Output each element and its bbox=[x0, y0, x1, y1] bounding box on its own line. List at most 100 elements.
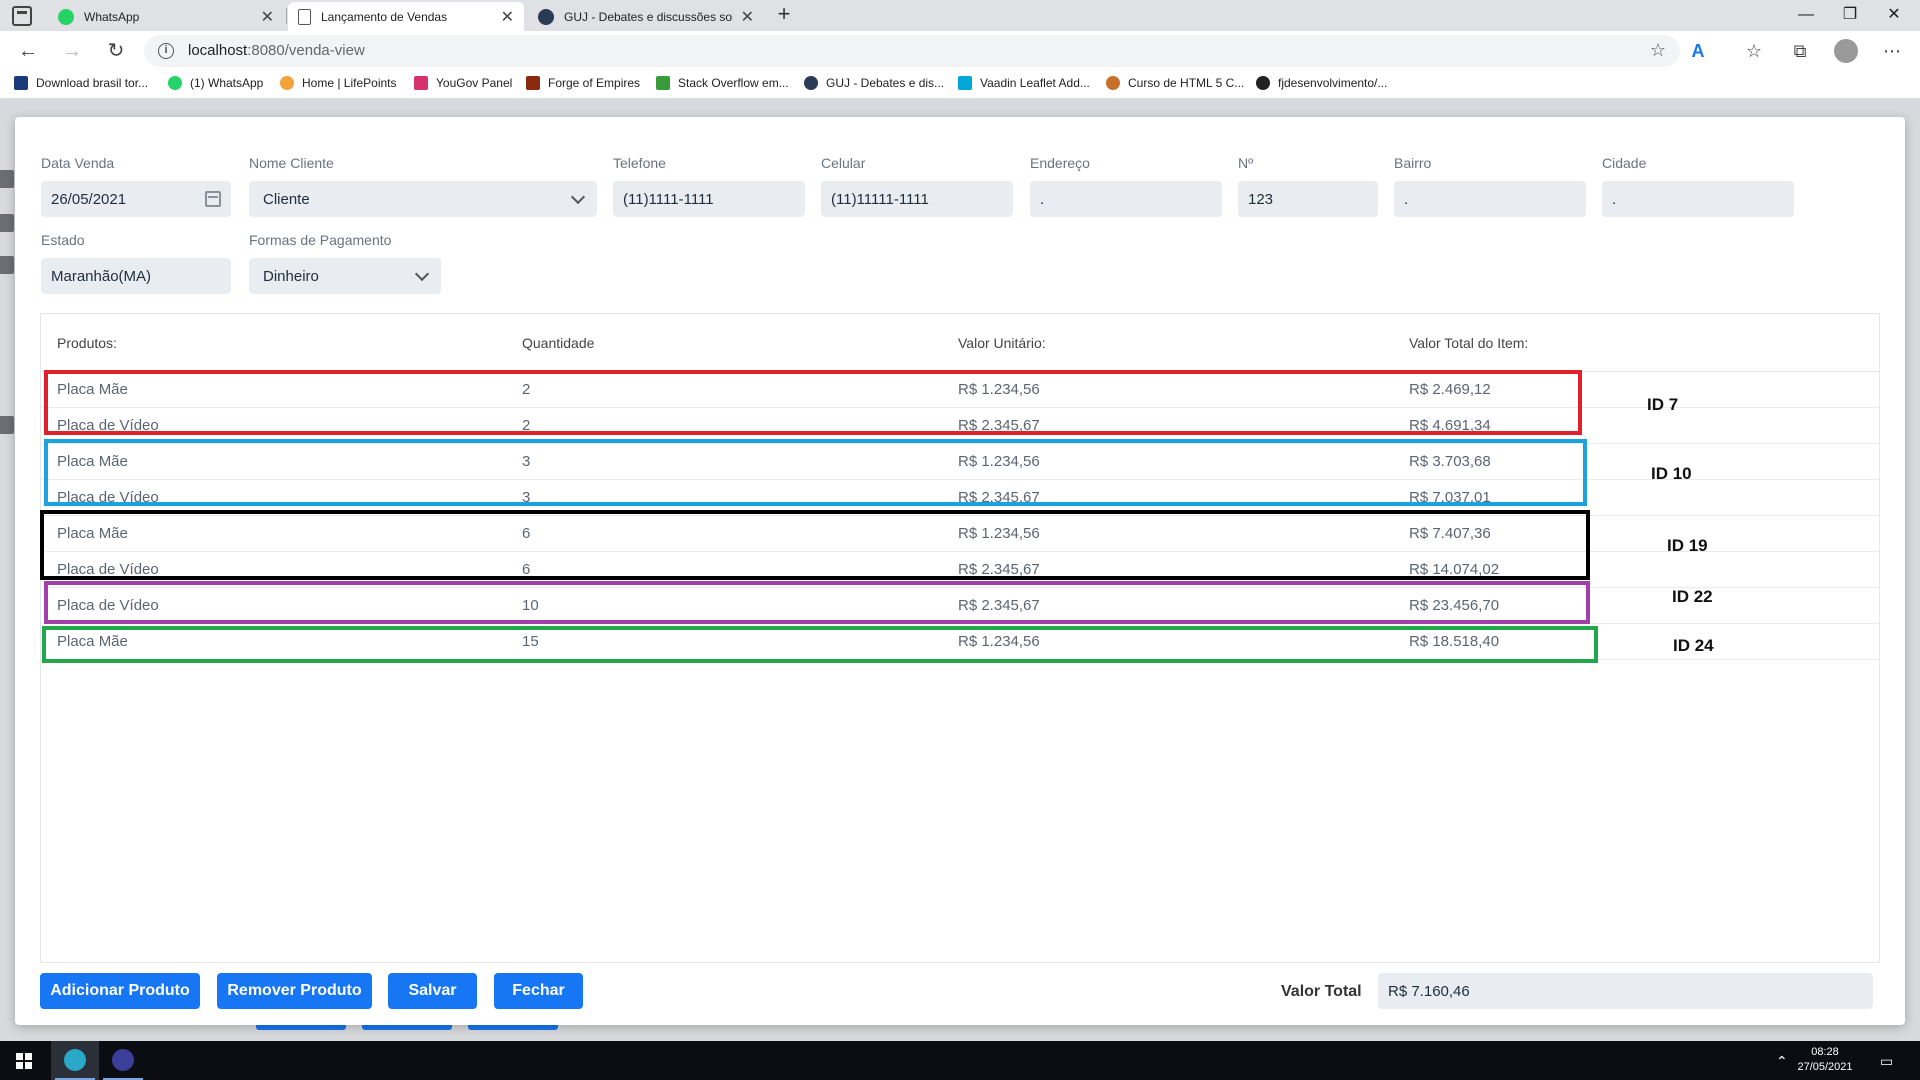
favorite-star-icon[interactable]: ☆ bbox=[1650, 40, 1666, 61]
cell-produto: Placa de Vídeo bbox=[57, 489, 159, 506]
close-window-button[interactable]: ✕ bbox=[1874, 3, 1914, 27]
nome-cliente-select[interactable]: Cliente bbox=[249, 181, 597, 217]
reload-icon[interactable]: ↻ bbox=[104, 39, 128, 63]
table-row[interactable]: Placa Mãe 3 R$ 1.234,56 R$ 3.703,68 bbox=[41, 444, 1879, 480]
system-clock[interactable]: 08:28 27/05/2021 bbox=[1790, 1045, 1860, 1075]
url-text: localhost:8080/venda-view bbox=[188, 42, 365, 59]
fechar-button[interactable]: Fechar bbox=[494, 973, 583, 1009]
cell-produto: Placa de Vídeo bbox=[57, 597, 159, 614]
bookmark-guj[interactable]: GUJ - Debates e dis... bbox=[804, 76, 944, 90]
header-valor-total-item[interactable]: Valor Total do Item: bbox=[1409, 335, 1528, 351]
bookmark-download-brasil[interactable]: Download brasil tor... bbox=[14, 76, 148, 90]
back-arrow-icon[interactable]: ← bbox=[16, 39, 40, 63]
header-valor-unitario[interactable]: Valor Unitário: bbox=[958, 335, 1046, 351]
table-row[interactable]: Placa Mãe 15 R$ 1.234,56 R$ 18.518,40 bbox=[41, 624, 1879, 660]
taskbar-edge[interactable] bbox=[51, 1041, 99, 1080]
estado-input[interactable]: Maranhão(MA) bbox=[41, 258, 231, 294]
table-row[interactable]: Placa Mãe 2 R$ 1.234,56 R$ 2.469,12 bbox=[41, 372, 1879, 408]
more-menu-icon[interactable]: ⋯ bbox=[1880, 39, 1904, 63]
pagamento-select[interactable]: Dinheiro bbox=[249, 258, 441, 294]
minimize-button[interactable]: — bbox=[1786, 3, 1826, 27]
cell-valor-unitario: R$ 2.345,67 bbox=[958, 561, 1040, 578]
dollar-icon bbox=[0, 256, 14, 274]
numero-input[interactable]: 123 bbox=[1238, 181, 1378, 217]
bookmark-yougov[interactable]: YouGov Panel bbox=[414, 76, 512, 90]
home-icon bbox=[0, 170, 14, 188]
cell-quantidade: 15 bbox=[522, 633, 539, 650]
bookmark-lifepoints[interactable]: Home | LifePoints bbox=[280, 76, 397, 90]
cell-produto: Placa Mãe bbox=[57, 525, 128, 542]
forge-icon bbox=[526, 76, 540, 90]
table-row[interactable]: Placa de Vídeo 2 R$ 2.345,67 R$ 4.691,34 bbox=[41, 408, 1879, 444]
cell-valor-unitario: R$ 2.345,67 bbox=[958, 597, 1040, 614]
forward-arrow-icon[interactable]: → bbox=[60, 39, 84, 63]
adicionar-produto-button[interactable]: Adicionar Produto bbox=[40, 973, 200, 1009]
close-icon[interactable]: ✕ bbox=[261, 7, 274, 27]
table-row[interactable]: Placa Mãe 6 R$ 1.234,56 R$ 7.407,36 bbox=[41, 516, 1879, 552]
numero-field: Nº 123 bbox=[1238, 155, 1378, 217]
chevron-up-icon[interactable]: ⌃ bbox=[1776, 1053, 1788, 1070]
remover-produto-button[interactable]: Remover Produto bbox=[217, 973, 372, 1009]
new-tab-button[interactable]: + bbox=[772, 2, 796, 28]
annotation-label-id-10: ID 10 bbox=[1651, 464, 1692, 483]
cell-valor-total: R$ 2.469,12 bbox=[1409, 381, 1491, 398]
cell-quantidade: 3 bbox=[522, 453, 531, 470]
valor-total-field: R$ 7.160,46 bbox=[1378, 973, 1873, 1009]
close-icon[interactable]: ✕ bbox=[501, 7, 514, 27]
cell-valor-total: R$ 7.037,01 bbox=[1409, 489, 1491, 506]
salvar-button[interactable]: Salvar bbox=[388, 973, 477, 1009]
taskbar-eclipse[interactable] bbox=[99, 1041, 147, 1080]
info-icon[interactable]: i bbox=[158, 43, 174, 59]
annotation-label-id-22: ID 22 bbox=[1672, 587, 1713, 606]
table-row[interactable]: Placa de Vídeo 6 R$ 2.345,67 R$ 14.074,0… bbox=[41, 552, 1879, 588]
tab-separator bbox=[286, 8, 287, 24]
whatsapp-icon bbox=[168, 76, 182, 90]
cell-quantidade: 6 bbox=[522, 561, 531, 578]
celular-input[interactable]: (11)11111-1111 bbox=[821, 181, 1013, 217]
bairro-input[interactable]: . bbox=[1394, 181, 1586, 217]
guj-icon bbox=[538, 8, 554, 25]
bookmark-vaadin-leaflet[interactable]: Vaadin Leaflet Add... bbox=[958, 76, 1090, 90]
edge-icon bbox=[64, 1049, 86, 1071]
table-row[interactable]: Placa de Vídeo 3 R$ 2.345,67 R$ 7.037,01 bbox=[41, 480, 1879, 516]
tab-lancamento-vendas[interactable]: Lançamento de Vendas ✕ bbox=[288, 2, 524, 31]
table-row[interactable]: Placa de Vídeo 10 R$ 2.345,67 R$ 23.456,… bbox=[41, 588, 1879, 624]
calendar-icon[interactable] bbox=[205, 191, 221, 207]
header-quantidade[interactable]: Quantidade bbox=[522, 335, 594, 351]
bookmark-github[interactable]: fjdesenvolvimento/... bbox=[1256, 76, 1387, 90]
url-field[interactable]: i localhost:8080/venda-view ☆ bbox=[144, 35, 1680, 67]
data-venda-input[interactable]: 26/05/2021 bbox=[41, 181, 231, 217]
whatsapp-icon bbox=[58, 8, 74, 25]
pagamento-field: Formas de Pagamento Dinheiro bbox=[249, 232, 441, 294]
translate-icon[interactable]: A bbox=[1686, 39, 1710, 63]
cell-valor-unitario: R$ 1.234,56 bbox=[958, 525, 1040, 542]
notifications-icon[interactable]: ▭ bbox=[1880, 1053, 1893, 1070]
cell-quantidade: 3 bbox=[522, 489, 531, 506]
annotation-label-id-19: ID 19 bbox=[1667, 536, 1708, 555]
cell-quantidade: 2 bbox=[522, 381, 531, 398]
profile-avatar[interactable] bbox=[1834, 39, 1858, 63]
endereco-input[interactable]: . bbox=[1030, 181, 1222, 217]
bookmark-whatsapp[interactable]: (1) WhatsApp bbox=[168, 76, 263, 90]
eclipse-icon bbox=[112, 1049, 134, 1071]
tab-actions-icon[interactable] bbox=[12, 6, 32, 26]
chevron-down-icon[interactable] bbox=[414, 266, 430, 281]
windows-start-icon[interactable] bbox=[16, 1053, 32, 1069]
header-produtos[interactable]: Produtos: bbox=[57, 335, 117, 351]
venda-dialog: Data Venda 26/05/2021 Nome Cliente Clien… bbox=[15, 117, 1905, 1025]
cidade-input[interactable]: . bbox=[1602, 181, 1794, 217]
chevron-down-icon[interactable] bbox=[570, 189, 586, 204]
close-icon[interactable]: ✕ bbox=[741, 7, 754, 27]
bookmark-curso-html[interactable]: Curso de HTML 5 C... bbox=[1106, 76, 1244, 90]
page-icon bbox=[298, 8, 311, 25]
restore-button[interactable]: ❐ bbox=[1830, 3, 1870, 27]
bookmark-stack-overflow[interactable]: Stack Overflow em... bbox=[656, 76, 789, 90]
telefone-input[interactable]: (11)1111-1111 bbox=[613, 181, 805, 217]
browser-tab-bar: WhatsApp ✕ Lançamento de Vendas ✕ GUJ - … bbox=[0, 0, 1920, 31]
vaadin-icon bbox=[958, 76, 972, 90]
collections-icon[interactable]: ⧉ bbox=[1788, 39, 1812, 63]
favorites-icon[interactable]: ☆ bbox=[1742, 39, 1766, 63]
tab-whatsapp[interactable]: WhatsApp ✕ bbox=[48, 2, 284, 31]
tab-guj[interactable]: GUJ - Debates e discussões sobre ✕ bbox=[528, 2, 764, 31]
bookmark-forge-of-empires[interactable]: Forge of Empires bbox=[526, 76, 640, 90]
